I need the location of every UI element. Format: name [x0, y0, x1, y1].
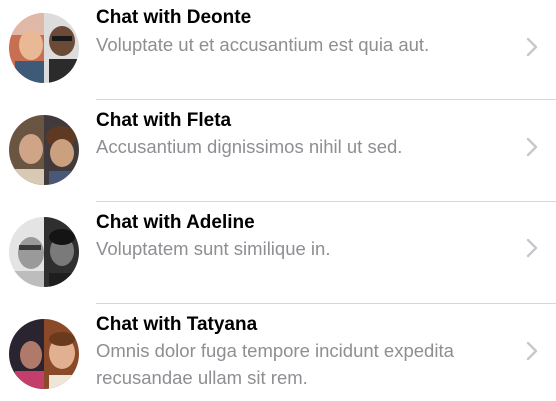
chat-title: Chat with Fleta — [96, 110, 232, 131]
chat-row-adeline[interactable]: Chat with Adeline Voluptatem sunt simili… — [0, 202, 556, 303]
chat-list: Chat with Deonte Voluptate ut et accusan… — [0, 0, 556, 401]
chevron-right-icon — [526, 238, 538, 258]
chevron-right-icon — [526, 137, 538, 157]
chat-row-tatyana[interactable]: Chat with Tatyana Omnis dolor fuga tempo… — [0, 304, 556, 401]
avatar-photo — [9, 217, 79, 287]
chat-preview: Omnis dolor fuga tempore incidunt expedi… — [96, 340, 454, 388]
chevron-right-icon — [526, 341, 538, 361]
avatar-photo — [9, 115, 79, 185]
group-avatar — [9, 217, 79, 287]
chat-preview: Accusantium dignissimos nihil ut sed. — [96, 136, 403, 157]
chat-title: Chat with Adeline — [96, 212, 255, 233]
chat-title: Chat with Deonte — [96, 7, 252, 28]
chat-row-deonte[interactable]: Chat with Deonte Voluptate ut et accusan… — [0, 0, 556, 100]
group-avatar — [9, 115, 79, 185]
chat-title: Chat with Tatyana — [96, 314, 258, 335]
chevron-right-icon — [526, 37, 538, 57]
avatar-photo — [9, 13, 79, 83]
avatar-photo — [9, 319, 79, 389]
group-avatar — [9, 319, 79, 389]
group-avatar — [9, 13, 79, 83]
chat-preview: Voluptate ut et accusantium est quia aut… — [96, 34, 430, 55]
chat-preview: Voluptatem sunt similique in. — [96, 238, 331, 259]
chat-row-fleta[interactable]: Chat with Fleta Accusantium dignissimos … — [0, 100, 556, 202]
